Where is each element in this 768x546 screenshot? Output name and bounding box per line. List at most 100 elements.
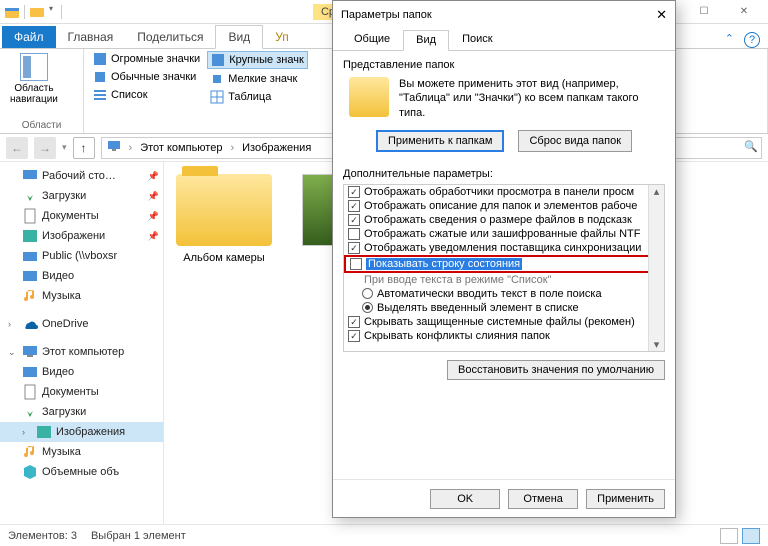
radio[interactable] xyxy=(362,288,373,299)
tree-videos[interactable]: Видео xyxy=(0,266,163,286)
layout-normal-icons[interactable]: Обычные значки xyxy=(90,69,203,85)
scroll-down-icon[interactable]: ▾ xyxy=(654,338,660,351)
checkbox[interactable]: ✓ xyxy=(348,330,360,342)
pin-icon: 📌 xyxy=(148,171,159,182)
desktop-icon xyxy=(22,168,38,184)
cancel-button[interactable]: Отмена xyxy=(508,489,578,509)
help-icon[interactable]: ? xyxy=(744,32,760,48)
huge-icons-icon xyxy=(93,52,107,66)
checkbox[interactable]: ✓ xyxy=(348,200,360,212)
collapse-ribbon-icon[interactable]: ⌃ xyxy=(725,32,734,48)
layout-list[interactable]: Список xyxy=(90,87,203,103)
dialog-tab-view[interactable]: Вид xyxy=(403,30,449,51)
ribbon-group-label: Области xyxy=(6,119,77,131)
scroll-up-icon[interactable]: ▴ xyxy=(654,185,660,198)
list-icon xyxy=(93,88,107,102)
videos-icon xyxy=(22,364,38,380)
status-bar-option[interactable]: Показывать строку состояния xyxy=(344,255,664,273)
pc-icon xyxy=(104,139,124,156)
folder-views-text: Вы можете применить этот вид (например, … xyxy=(399,77,659,120)
checkbox[interactable]: ✓ xyxy=(348,316,360,328)
checkbox[interactable]: ✓ xyxy=(348,242,360,254)
checkbox[interactable] xyxy=(350,258,362,270)
tree-pc-documents[interactable]: Документы xyxy=(0,382,163,402)
tree-desktop[interactable]: Рабочий сто…📌 xyxy=(0,166,163,186)
tree-pc-3d[interactable]: Объемные объ xyxy=(0,462,163,482)
folder-views-heading: Представление папок xyxy=(343,59,665,71)
icons-view-button[interactable] xyxy=(742,528,760,544)
status-elements: Элементов: 3 xyxy=(8,530,77,542)
tab-file[interactable]: Файл xyxy=(2,26,56,48)
up-button[interactable]: ↑ xyxy=(73,137,95,159)
tab-view[interactable]: Вид xyxy=(215,25,263,49)
table-icon xyxy=(210,90,224,104)
3d-icon xyxy=(22,464,38,480)
tab-manage[interactable]: Уп xyxy=(263,26,301,48)
recent-dropdown-icon[interactable]: ▾ xyxy=(62,142,67,153)
ribbon-group-panes: Область навигации Области xyxy=(0,49,84,133)
layout-table[interactable]: Таблица xyxy=(207,89,308,105)
ok-button[interactable]: OK xyxy=(430,489,500,509)
tree-documents[interactable]: Документы📌 xyxy=(0,206,163,226)
back-button[interactable]: ← xyxy=(6,137,28,159)
music-icon xyxy=(22,444,38,460)
checkbox[interactable] xyxy=(348,228,360,240)
close-button[interactable]: ✕ xyxy=(724,1,764,23)
tree-public[interactable]: Public (\\vboxsr xyxy=(0,246,163,266)
radio[interactable] xyxy=(362,302,373,313)
layout-large-icons[interactable]: Крупные значк xyxy=(207,51,308,69)
restore-defaults-button[interactable]: Восстановить значения по умолчанию xyxy=(447,360,665,380)
tree-downloads[interactable]: Загрузки📌 xyxy=(0,186,163,206)
dialog-body: Представление папок Вы можете применить … xyxy=(333,51,675,479)
apply-button[interactable]: Применить xyxy=(586,489,665,509)
downloads-icon xyxy=(22,188,38,204)
navigation-pane-button[interactable]: Область навигации xyxy=(6,51,62,119)
qat-dropdown-icon[interactable]: ▾ xyxy=(49,4,57,20)
tree-pc-downloads[interactable]: Загрузки xyxy=(0,402,163,422)
search-icon[interactable]: 🔍 xyxy=(744,140,758,153)
forward-button[interactable]: → xyxy=(34,137,56,159)
reset-folders-button[interactable]: Сброс вида папок xyxy=(518,130,632,152)
apply-to-folders-button[interactable]: Применить к папкам xyxy=(376,130,505,152)
tree-pc-pictures[interactable]: ›Изображения xyxy=(0,422,163,442)
tree-thispc[interactable]: ⌄Этот компьютер xyxy=(0,342,163,362)
layout-small-icons[interactable]: Мелкие значк xyxy=(207,71,308,87)
navigation-tree[interactable]: Рабочий сто…📌 Загрузки📌 Документы📌 Изобр… xyxy=(0,162,164,524)
details-view-button[interactable] xyxy=(720,528,738,544)
close-icon[interactable]: ✕ xyxy=(656,7,667,23)
tab-home[interactable]: Главная xyxy=(56,26,126,48)
chevron-right-icon[interactable]: › xyxy=(8,319,18,329)
pc-icon xyxy=(22,344,38,360)
checkbox[interactable]: ✓ xyxy=(348,214,360,226)
advanced-settings-list[interactable]: ✓Отображать обработчики просмотра в пане… xyxy=(343,184,665,352)
tree-pc-videos[interactable]: Видео xyxy=(0,362,163,382)
pictures-icon xyxy=(36,424,52,440)
tree-pictures[interactable]: Изображени📌 xyxy=(0,226,163,246)
tab-share[interactable]: Поделиться xyxy=(125,26,215,48)
scrollbar[interactable]: ▴▾ xyxy=(648,185,664,351)
chevron-right-icon[interactable]: › xyxy=(227,142,237,154)
documents-icon xyxy=(22,208,38,224)
tree-onedrive[interactable]: ›OneDrive xyxy=(0,314,163,334)
layout-huge-icons[interactable]: Огромные значки xyxy=(90,51,203,67)
checkbox[interactable]: ✓ xyxy=(348,186,360,198)
maximize-button[interactable]: ☐ xyxy=(684,1,724,23)
navigation-pane-icon xyxy=(20,53,48,81)
folder-item-album[interactable]: Альбом камеры xyxy=(176,174,272,512)
chevron-right-icon[interactable]: › xyxy=(22,427,32,437)
dialog-tabs: Общие Вид Поиск xyxy=(333,29,675,51)
folder-stack-icon xyxy=(349,77,389,117)
tree-music[interactable]: Музыка xyxy=(0,286,163,306)
chevron-down-icon[interactable]: ⌄ xyxy=(8,347,18,358)
chevron-right-icon[interactable]: › xyxy=(126,142,136,154)
dialog-tab-search[interactable]: Поиск xyxy=(449,29,505,50)
explorer-icon xyxy=(4,4,20,20)
folder-views-group: Вы можете применить этот вид (например, … xyxy=(343,75,665,158)
advanced-heading: Дополнительные параметры: xyxy=(343,168,665,180)
crumb-thispc[interactable]: Этот компьютер xyxy=(137,142,225,154)
status-selected: Выбран 1 элемент xyxy=(91,530,186,542)
pin-icon: 📌 xyxy=(148,231,159,242)
dialog-tab-general[interactable]: Общие xyxy=(341,29,403,50)
crumb-pictures[interactable]: Изображения xyxy=(239,142,314,154)
tree-pc-music[interactable]: Музыка xyxy=(0,442,163,462)
